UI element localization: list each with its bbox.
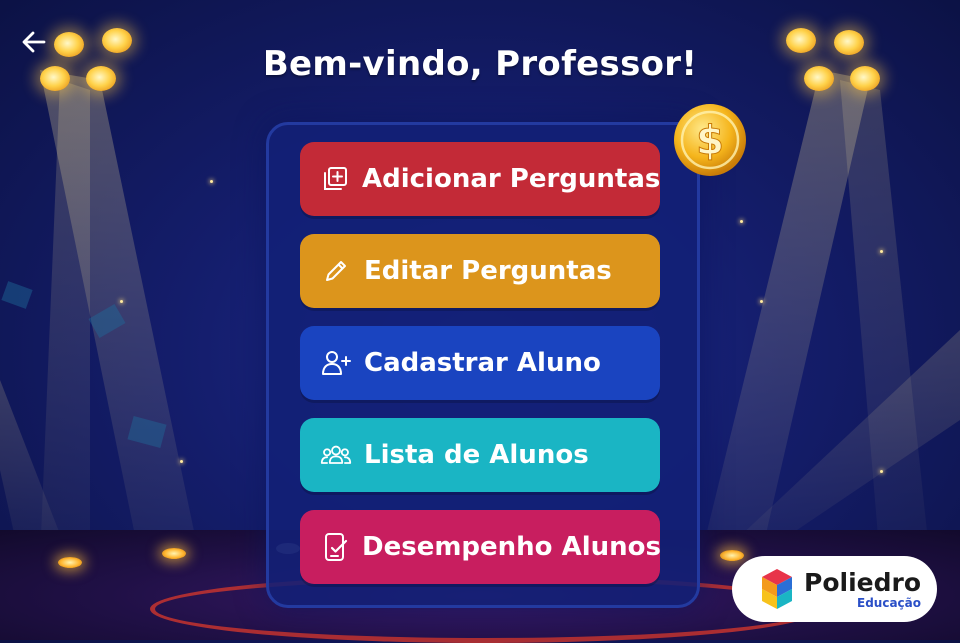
brand-name: Poliedro (804, 567, 921, 597)
user-plus-icon (322, 351, 351, 375)
sparkle (210, 180, 213, 183)
page-title: Bem-vindo, Professor! (262, 44, 698, 84)
confetti (88, 303, 126, 339)
add-questions-button[interactable]: Adicionar Perguntas (300, 142, 660, 216)
floor-spot (162, 548, 186, 559)
add-library-icon (324, 167, 347, 190)
group-icon (320, 445, 352, 464)
confetti (1, 281, 33, 309)
sparkle (740, 220, 743, 223)
edit-questions-label: Editar Perguntas (364, 256, 612, 286)
pencil-icon (326, 261, 346, 281)
sparkle (760, 300, 763, 303)
sparkle (180, 460, 183, 463)
poliedro-cube-icon (762, 569, 792, 609)
sparkle (880, 250, 883, 253)
confetti (127, 416, 167, 448)
floor-spot (720, 550, 744, 561)
clipboard-check-icon (325, 533, 348, 561)
sparkle (880, 470, 883, 473)
student-performance-button[interactable]: Desempenho Alunos (300, 510, 661, 584)
dollar-coin-icon: $ (674, 104, 746, 176)
register-student-label: Cadastrar Aluno (364, 348, 601, 378)
student-performance-label: Desempenho Alunos (362, 532, 661, 562)
student-list-button[interactable]: Lista de Alunos (300, 418, 660, 492)
floor-spot (58, 557, 82, 568)
svg-text:$: $ (696, 118, 724, 164)
student-list-label: Lista de Alunos (364, 440, 589, 470)
poliedro-logo: Poliedro Educação (732, 556, 937, 622)
add-questions-label: Adicionar Perguntas (362, 164, 661, 194)
brand-subtitle: Educação (857, 595, 921, 610)
edit-questions-button[interactable]: Editar Perguntas (300, 234, 660, 308)
register-student-button[interactable]: Cadastrar Aluno (300, 326, 660, 400)
sparkle (120, 300, 123, 303)
